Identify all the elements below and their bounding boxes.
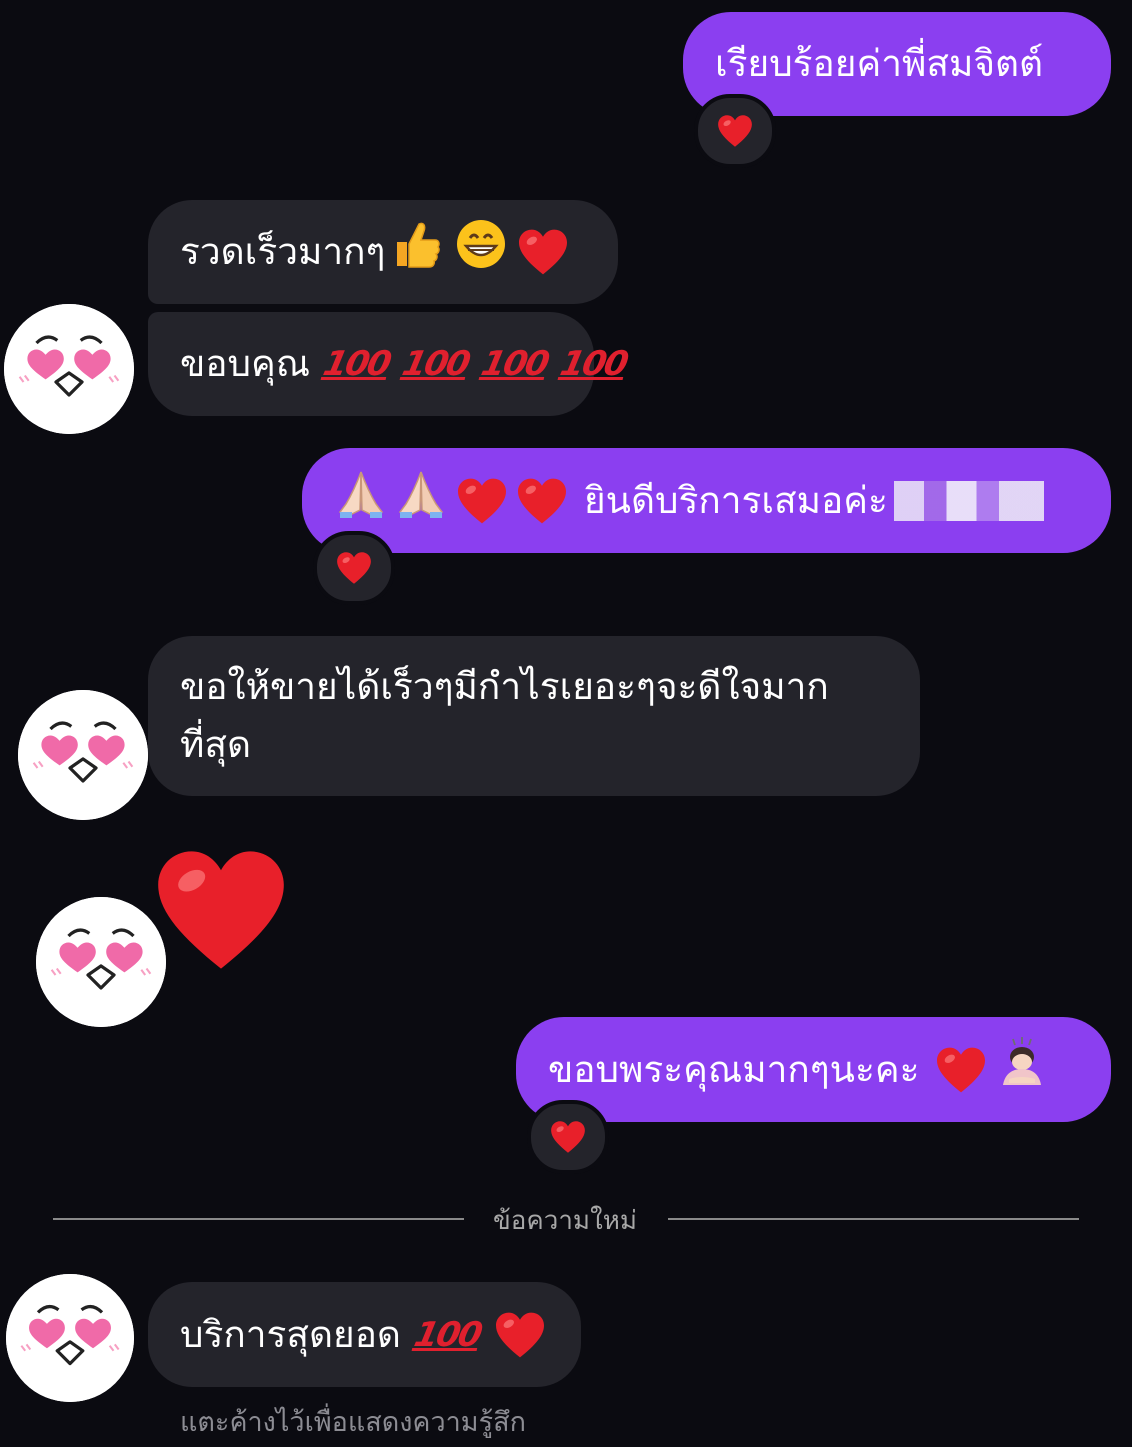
heart-icon xyxy=(516,477,568,525)
avatar-face-icon xyxy=(6,1274,134,1402)
contact-avatar[interactable] xyxy=(36,897,166,1027)
grin-icon xyxy=(455,218,507,286)
new-messages-divider: ข้อความใหม่ xyxy=(492,1206,638,1236)
divider-line-right xyxy=(668,1218,1079,1220)
hundred-points-icon: 100 xyxy=(398,344,473,384)
reaction-hint: แตะค้างไว้เพื่อแสดงความรู้สึก xyxy=(180,1407,526,1438)
thumbs-up-icon xyxy=(389,218,441,286)
heart-icon xyxy=(456,477,508,525)
reaction-badge[interactable] xyxy=(313,531,395,605)
heart-icon xyxy=(336,551,372,585)
message-bubble-incoming[interactable]: ขอบคุณ 100 100 100 100 xyxy=(148,312,630,416)
contact-avatar[interactable] xyxy=(18,690,148,820)
message-text: ขอบคุณ xyxy=(180,342,311,385)
contact-avatar[interactable] xyxy=(6,1274,134,1402)
pray-icon xyxy=(334,466,388,536)
redacted-name xyxy=(893,480,1044,521)
message-text-line-2: ที่สุด xyxy=(180,723,252,766)
hundred-points-icon: 100 xyxy=(319,344,394,384)
message-bubble-incoming[interactable]: บริการสุดยอด 100 xyxy=(148,1282,581,1387)
contact-avatar[interactable] xyxy=(4,304,134,434)
divider-line-left xyxy=(53,1218,464,1220)
reaction-badge[interactable] xyxy=(694,94,776,168)
hundred-points-icon: 100 xyxy=(477,344,552,384)
heart-icon xyxy=(717,114,753,148)
hundred-points-icon: 100 xyxy=(410,1314,485,1355)
bowing-woman-icon xyxy=(995,1035,1049,1105)
heart-icon xyxy=(494,1311,546,1359)
message-text: บริการสุดยอด xyxy=(180,1312,401,1356)
pray-icon xyxy=(394,466,448,536)
heart-icon[interactable] xyxy=(154,846,288,974)
message-text: เรียบร้อยค่าพี่สมจิตต์ xyxy=(715,42,1044,85)
hundred-points-icon: 100 xyxy=(556,344,631,384)
heart-icon xyxy=(517,228,569,276)
avatar-face-icon xyxy=(4,304,134,434)
heart-icon xyxy=(935,1046,987,1094)
message-bubble-incoming[interactable]: ขอให้ขายได้เร็วๆมีกำไรเยอะๆจะดีใจมาก ที่… xyxy=(148,636,920,796)
message-bubble-outgoing[interactable]: ยินดีบริการเสมอค่ะ xyxy=(302,448,1111,553)
message-text: ขอบพระคุณมากๆนะคะ xyxy=(548,1047,920,1091)
message-text: รวดเร็วมากๆ xyxy=(180,230,386,273)
avatar-face-icon xyxy=(18,690,148,820)
message-bubble-outgoing[interactable]: ขอบพระคุณมากๆนะคะ xyxy=(516,1017,1111,1122)
message-text-line-1: ขอให้ขายได้เร็วๆมีกำไรเยอะๆจะดีใจมาก xyxy=(180,665,829,708)
reaction-badge[interactable] xyxy=(527,1100,609,1174)
message-bubble-incoming[interactable]: รวดเร็วมากๆ xyxy=(148,200,618,304)
heart-icon xyxy=(550,1120,586,1154)
message-text: ยินดีบริการเสมอค่ะ xyxy=(584,478,888,522)
avatar-face-icon xyxy=(36,897,166,1027)
